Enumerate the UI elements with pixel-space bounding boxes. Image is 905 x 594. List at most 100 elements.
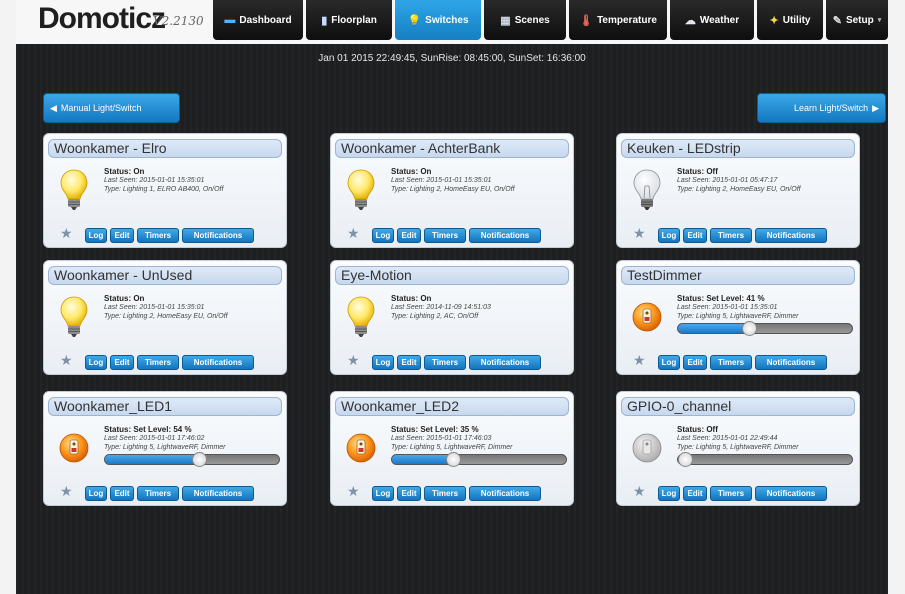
favorite-star-icon[interactable]: ★	[633, 352, 646, 369]
edit-button[interactable]: Edit	[397, 228, 421, 243]
log-button[interactable]: Log	[85, 355, 107, 370]
timers-button[interactable]: Timers	[137, 355, 179, 370]
log-button[interactable]: Log	[658, 355, 680, 370]
device-card: Woonkamer - AchterBank Status: On Last See…	[330, 133, 574, 248]
timers-button[interactable]: Timers	[137, 486, 179, 501]
dimmer-slider[interactable]	[104, 452, 280, 467]
notifications-button[interactable]: Notifications	[755, 355, 827, 370]
bulb-off-icon[interactable]	[631, 168, 663, 212]
timers-button[interactable]: Timers	[424, 486, 466, 501]
timers-button[interactable]: Timers	[137, 228, 179, 243]
edit-button[interactable]: Edit	[110, 355, 134, 370]
device-card: TestDimmer Status: Set Level: 41 % Last Se…	[616, 260, 860, 375]
floorplan-icon: ▮	[321, 14, 328, 27]
edit-button[interactable]: Edit	[683, 355, 707, 370]
device-last-seen: Last Seen: 2015-01-01 15:35:01	[391, 177, 492, 184]
favorite-star-icon[interactable]: ★	[60, 225, 73, 242]
device-last-seen: Last Seen: 2015-01-01 15:35:01	[104, 177, 205, 184]
bulb-on-icon[interactable]	[345, 295, 377, 339]
tab-temperature[interactable]: 🌡 Temperature	[569, 0, 667, 40]
favorite-star-icon[interactable]: ★	[347, 483, 360, 500]
favorite-star-icon[interactable]: ★	[633, 225, 646, 242]
tab-switches[interactable]: 💡 Switches	[395, 0, 481, 40]
app-version: V2.2130	[153, 14, 204, 28]
device-status: Status: On	[104, 167, 145, 176]
tab-label: Weather	[699, 14, 740, 26]
favorite-star-icon[interactable]: ★	[347, 225, 360, 242]
notifications-button[interactable]: Notifications	[469, 355, 541, 370]
log-button[interactable]: Log	[658, 228, 680, 243]
log-button[interactable]: Log	[85, 228, 107, 243]
bulb-on-icon[interactable]	[58, 168, 90, 212]
chevron-down-icon: ▾	[877, 17, 882, 24]
notifications-button[interactable]: Notifications	[755, 228, 827, 243]
tab-label: Temperature	[597, 14, 657, 26]
timers-button[interactable]: Timers	[710, 355, 752, 370]
bulb-on-icon[interactable]	[345, 168, 377, 212]
log-button[interactable]: Log	[85, 486, 107, 501]
device-status: Status: Set Level: 35 %	[391, 425, 479, 434]
device-name: Woonkamer - UnUsed	[48, 266, 282, 285]
tab-weather[interactable]: ☁ Weather	[670, 0, 754, 40]
notifications-button[interactable]: Notifications	[755, 486, 827, 501]
tab-utility[interactable]: ✦ Utility	[757, 0, 823, 40]
dimmer-slider-fill	[678, 324, 750, 333]
learn-light-switch-label: Learn Light/Switch	[794, 103, 869, 113]
notifications-button[interactable]: Notifications	[182, 486, 254, 501]
edit-button[interactable]: Edit	[397, 486, 421, 501]
log-button[interactable]: Log	[372, 228, 394, 243]
timers-button[interactable]: Timers	[710, 486, 752, 501]
notifications-button[interactable]: Notifications	[469, 486, 541, 501]
scenes-icon: ▦	[500, 14, 511, 27]
tab-scenes[interactable]: ▦ Scenes	[484, 0, 566, 40]
device-name: Woonkamer_LED2	[335, 397, 569, 416]
datetime-sun-info: Jan 01 2015 22:49:45, SunRise: 08:45:00,…	[318, 53, 586, 64]
edit-button[interactable]: Edit	[683, 228, 707, 243]
tools-icon: ✎	[832, 14, 842, 27]
left-gutter	[0, 0, 16, 594]
device-card: Eye-Motion Status: On Last Seen: 2014-11-0…	[330, 260, 574, 375]
timers-button[interactable]: Timers	[424, 355, 466, 370]
edit-button[interactable]: Edit	[110, 486, 134, 501]
log-button[interactable]: Log	[658, 486, 680, 501]
notifications-button[interactable]: Notifications	[469, 228, 541, 243]
bulb-icon: 💡	[407, 14, 422, 27]
edit-button[interactable]: Edit	[110, 228, 134, 243]
dimmer-slider[interactable]	[677, 452, 853, 467]
tab-label: Utility	[782, 14, 811, 26]
favorite-star-icon[interactable]: ★	[60, 352, 73, 369]
timers-button[interactable]: Timers	[424, 228, 466, 243]
device-status: Status: Set Level: 54 %	[104, 425, 192, 434]
manual-light-switch-button[interactable]: ◀ Manual Light/Switch	[43, 93, 180, 123]
notifications-button[interactable]: Notifications	[182, 228, 254, 243]
dimmer-slider-knob[interactable]	[677, 452, 693, 467]
dimmer-slider-knob[interactable]	[191, 452, 207, 467]
device-type: Type: Lighting 5, LightwaveRF, Dimmer	[677, 444, 799, 451]
notifications-button[interactable]: Notifications	[182, 355, 254, 370]
bulb-on-icon[interactable]	[58, 295, 90, 339]
edit-button[interactable]: Edit	[397, 355, 421, 370]
device-type: Type: Lighting 2, HomeEasy EU, On/Off	[677, 186, 801, 193]
dimmer-slider[interactable]	[677, 321, 853, 336]
dimmer-slider-knob[interactable]	[445, 452, 461, 467]
dimmer-on-icon[interactable]	[631, 295, 663, 339]
log-button[interactable]: Log	[372, 355, 394, 370]
dimmer-off-icon[interactable]	[631, 426, 663, 470]
log-button[interactable]: Log	[372, 486, 394, 501]
tab-dashboard[interactable]: ▬ Dashboard	[213, 0, 303, 40]
main-content: Jan 01 2015 22:49:45, SunRise: 08:45:00,…	[16, 44, 888, 594]
favorite-star-icon[interactable]: ★	[60, 483, 73, 500]
device-last-seen: Last Seen: 2015-01-01 17:46:02	[104, 435, 205, 442]
device-name: Woonkamer - Elro	[48, 139, 282, 158]
edit-button[interactable]: Edit	[683, 486, 707, 501]
tab-floorplan[interactable]: ▮ Floorplan	[306, 0, 392, 40]
dimmer-slider-knob[interactable]	[742, 321, 758, 336]
tab-setup[interactable]: ✎ Setup ▾	[826, 0, 888, 40]
learn-light-switch-button[interactable]: Learn Light/Switch ▶	[757, 93, 886, 123]
dimmer-slider[interactable]	[391, 452, 567, 467]
dimmer-on-icon[interactable]	[58, 426, 90, 470]
favorite-star-icon[interactable]: ★	[347, 352, 360, 369]
favorite-star-icon[interactable]: ★	[633, 483, 646, 500]
timers-button[interactable]: Timers	[710, 228, 752, 243]
dimmer-on-icon[interactable]	[345, 426, 377, 470]
